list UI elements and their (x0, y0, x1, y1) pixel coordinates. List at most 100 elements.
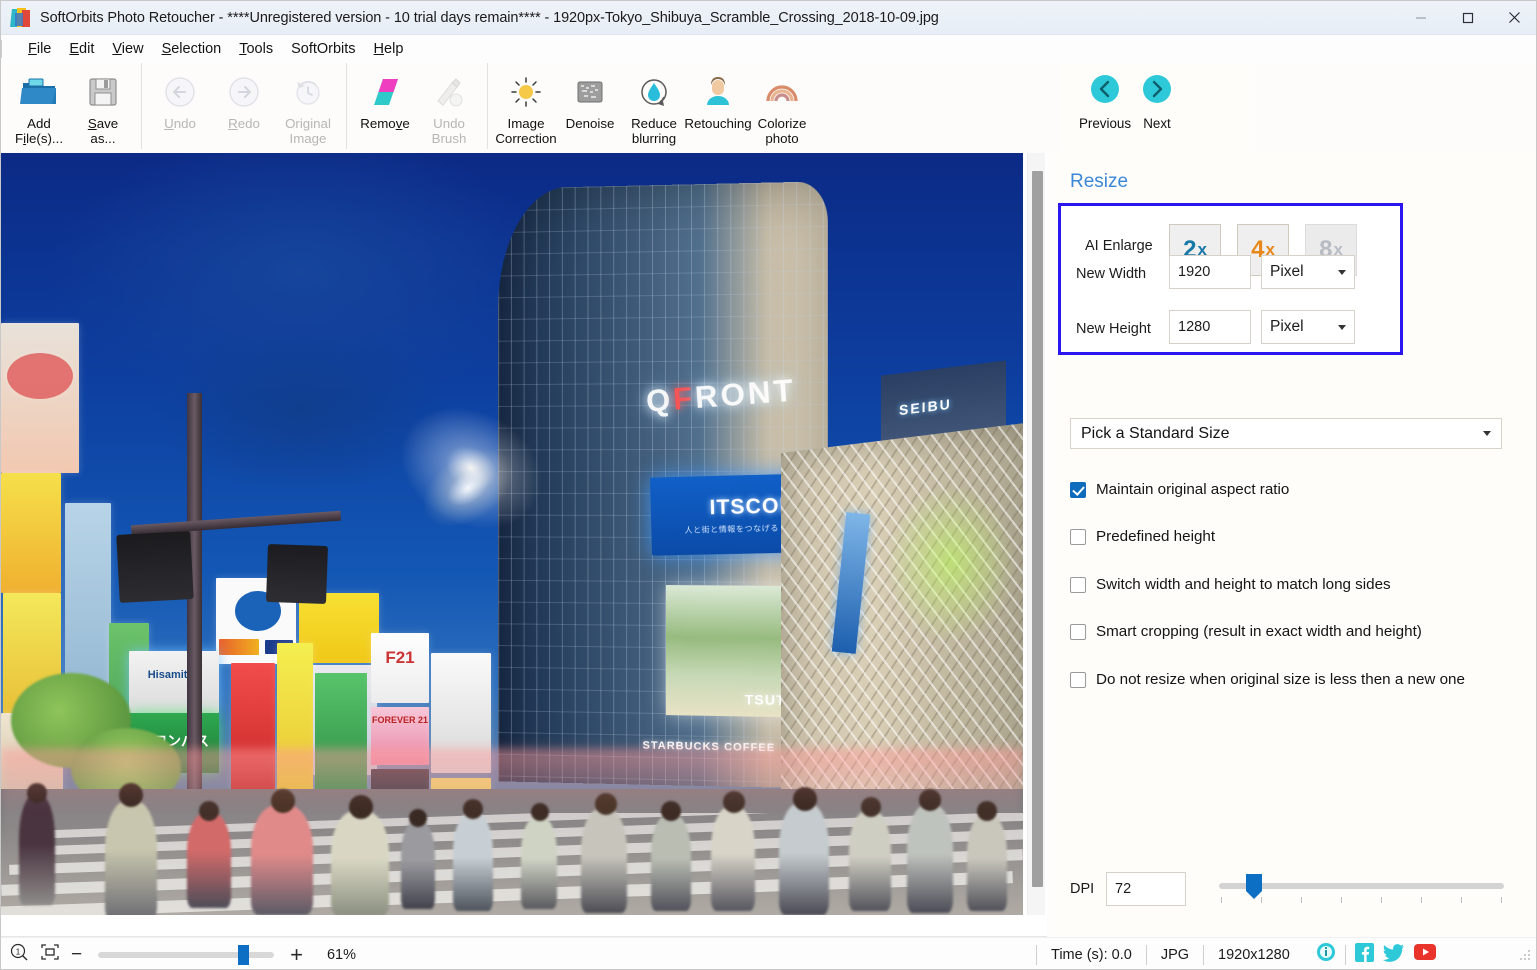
new-width-label: New Width (1076, 266, 1146, 282)
undo-brush-button[interactable]: UndoBrush (417, 67, 481, 146)
fit-to-window-icon[interactable] (39, 942, 61, 967)
checkbox-label: Predefined height (1096, 528, 1215, 545)
redo-button[interactable]: Redo (212, 67, 276, 131)
dpi-input[interactable]: 72 (1106, 872, 1186, 906)
zoom-slider[interactable] (98, 952, 274, 958)
image-viewer: Hisamitsu サロンパス F21 FOREVER 21 DH (1, 153, 1047, 938)
menu-help[interactable]: Help (365, 39, 413, 59)
dpi-slider-handle[interactable] (1246, 874, 1262, 891)
panel-title: Resize (1070, 171, 1128, 193)
ai-enlarge-label: AI Enlarge (1085, 238, 1153, 254)
status-separator (1345, 945, 1346, 965)
clock-revert-icon (291, 71, 325, 113)
checkbox-box[interactable] (1070, 529, 1086, 545)
chevron-right-circle-icon (1140, 72, 1174, 111)
checkbox-box[interactable] (1070, 577, 1086, 593)
twitter-icon[interactable] (1383, 943, 1405, 967)
add-files-button[interactable]: AddFile(s)... (7, 67, 71, 146)
facebook-icon[interactable] (1355, 943, 1374, 967)
colorize-photo-label: Colorizephoto (758, 116, 807, 146)
checkbox-label: Do not resize when original size is less… (1096, 671, 1465, 688)
floppy-disk-icon (85, 71, 121, 113)
checkbox-label: Maintain original aspect ratio (1096, 481, 1289, 498)
zoom-in-button[interactable]: + (290, 947, 303, 963)
denoise-button[interactable]: Denoise (558, 67, 622, 131)
undo-button[interactable]: Undo (148, 67, 212, 131)
remove-label: Remove (360, 116, 410, 131)
toolbar-group-history: Undo Redo (141, 63, 346, 149)
vertical-scrollbar[interactable] (1027, 153, 1045, 915)
checkbox-predefined-height[interactable]: Predefined height (1070, 528, 1215, 545)
paintbrush-icon (432, 71, 466, 113)
menu-edit[interactable]: Edit (60, 39, 103, 59)
checkbox-box[interactable] (1070, 482, 1086, 498)
sun-brightness-icon (508, 71, 544, 113)
zoom-slider-thumb[interactable] (238, 945, 249, 965)
checkbox-do-not-resize[interactable]: Do not resize when original size is less… (1070, 671, 1465, 688)
toolbar: AddFile(s)... Saveas... (1, 63, 1537, 153)
checkbox-switch-width-height[interactable]: Switch width and height to match long si… (1070, 576, 1391, 593)
new-width-input[interactable]: 1920 (1169, 255, 1251, 289)
status-format: JPG (1147, 947, 1203, 963)
image-canvas[interactable]: Hisamitsu サロンパス F21 FOREVER 21 DH (1, 153, 1023, 915)
menu-bar-grip (1, 40, 13, 58)
previous-image-button[interactable]: Previous (1079, 72, 1131, 131)
seibu-green-glow (886, 483, 1016, 643)
window-title: SoftOrbits Photo Retoucher - ****Unregis… (40, 10, 939, 26)
menu-tools[interactable]: Tools (230, 39, 282, 59)
vertical-scrollbar-thumb[interactable] (1032, 171, 1043, 887)
colorize-photo-button[interactable]: Colorizephoto (750, 67, 814, 146)
person-portrait-icon (701, 71, 735, 113)
zoom-100-icon[interactable]: 1 (9, 942, 29, 967)
checkbox-maintain-aspect-ratio[interactable]: Maintain original aspect ratio (1070, 481, 1289, 498)
toolbar-group-edit: Remove UndoBrush (346, 63, 487, 149)
menu-file[interactable]: File (19, 39, 60, 59)
new-height-input[interactable]: 1280 (1169, 310, 1251, 344)
image-correction-button[interactable]: ImageCorrection (494, 67, 558, 146)
dpi-label: DPI (1070, 881, 1094, 897)
toolbar-group-navigation: Previous Next (1059, 63, 1249, 151)
menu-view[interactable]: View (103, 39, 152, 59)
next-image-button[interactable]: Next (1131, 72, 1183, 131)
standard-size-select[interactable]: Pick a Standard Size (1070, 418, 1502, 449)
close-button[interactable] (1491, 1, 1537, 35)
dpi-slider-ticks (1219, 897, 1504, 905)
undo-label: Undo (164, 116, 196, 131)
chevron-down-icon (1338, 325, 1346, 330)
retouching-button[interactable]: Retouching (686, 67, 750, 131)
water-drop-icon (637, 71, 671, 113)
retouching-label: Retouching (684, 116, 751, 131)
denoise-label: Denoise (566, 116, 615, 131)
checkbox-box[interactable] (1070, 672, 1086, 688)
previous-label: Previous (1079, 116, 1131, 131)
original-image-button[interactable]: OriginalImage (276, 67, 340, 146)
zoom-out-button[interactable]: − (71, 948, 82, 962)
youtube-icon[interactable] (1414, 944, 1436, 965)
checkbox-smart-cropping[interactable]: Smart cropping (result in exact width an… (1070, 623, 1422, 640)
softorbits-logo-icon (11, 8, 31, 28)
application-window: SoftOrbits Photo Retoucher - ****Unregis… (0, 0, 1537, 970)
new-height-unit-value: Pixel (1270, 318, 1304, 336)
new-width-unit-select[interactable]: Pixel (1261, 255, 1355, 289)
menu-selection[interactable]: Selection (153, 39, 231, 59)
reduce-blurring-label: Reduceblurring (631, 116, 677, 146)
rainbow-icon (763, 71, 801, 113)
minimize-button[interactable] (1397, 1, 1444, 35)
ai-enlarge-group: AI Enlarge 2x 4x 8x New Width 1920 Pixel… (1058, 203, 1403, 355)
checkbox-box[interactable] (1070, 624, 1086, 640)
eraser-icon (367, 71, 403, 113)
resize-grip-icon[interactable] (1518, 948, 1532, 962)
status-bar: 1 − + 61% Time (s): 0.0 (1, 937, 1537, 970)
reduce-blurring-button[interactable]: Reduceblurring (622, 67, 686, 146)
save-as-button[interactable]: Saveas... (71, 67, 135, 146)
remove-button[interactable]: Remove (353, 67, 417, 131)
maximize-button[interactable] (1444, 1, 1491, 35)
svg-text:1: 1 (16, 947, 21, 957)
standard-size-value: Pick a Standard Size (1081, 425, 1230, 443)
menu-softorbits[interactable]: SoftOrbits (282, 39, 364, 59)
new-height-unit-select[interactable]: Pixel (1261, 310, 1355, 344)
info-circle-icon[interactable] (1316, 942, 1336, 967)
photo-shibuya-crossing: Hisamitsu サロンパス F21 FOREVER 21 DH (1, 153, 1023, 915)
arrow-left-circle-icon (163, 71, 197, 113)
sign-f21: F21 (373, 648, 427, 668)
